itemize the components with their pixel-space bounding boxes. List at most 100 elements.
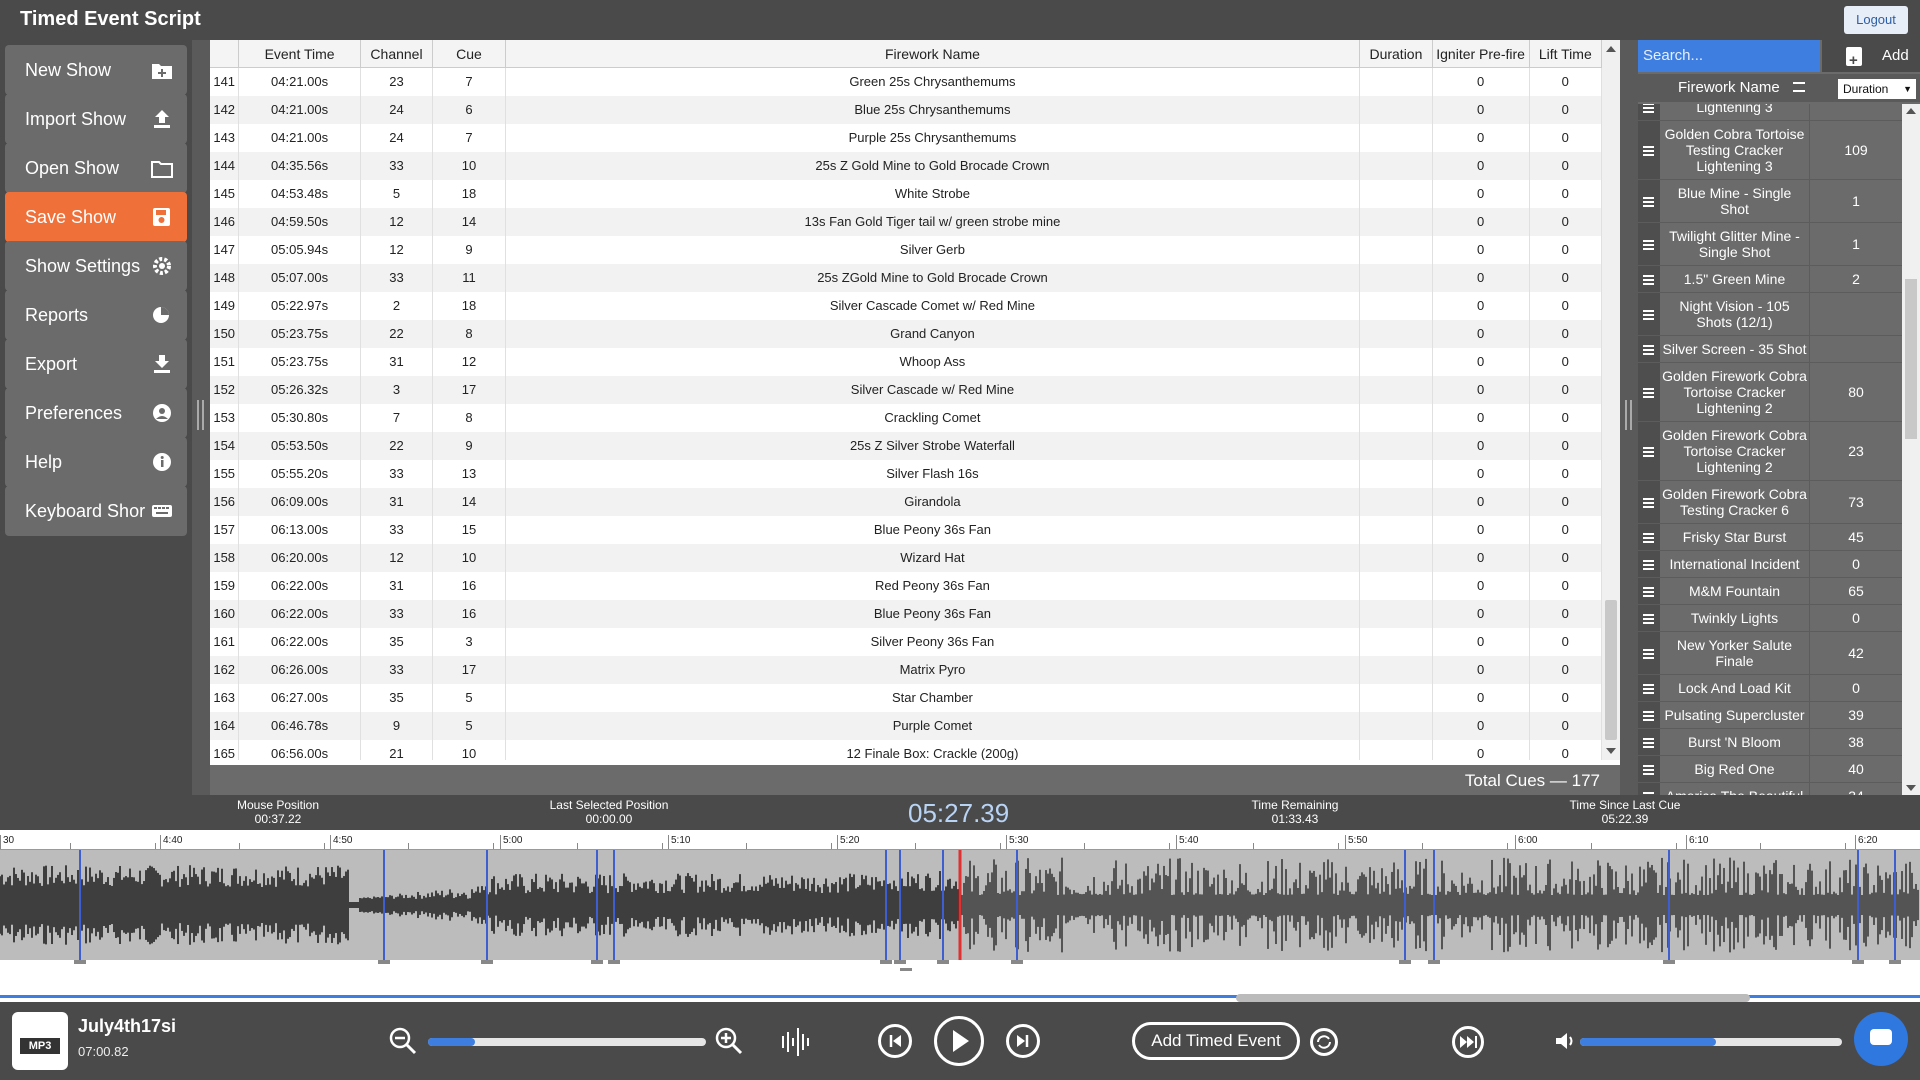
library-item[interactable]: Pulsating Supercluster 39 bbox=[1638, 702, 1902, 729]
scroll-down-icon[interactable] bbox=[1606, 748, 1616, 754]
library-item[interactable]: Twilight Glitter Mine - Single Shot 1 bbox=[1638, 223, 1902, 266]
sidebar-splitter[interactable] bbox=[192, 40, 210, 795]
library-item[interactable]: Golden Cobra Tortoise Testing Cracker Li… bbox=[1638, 121, 1902, 180]
table-row[interactable]: 159 06:22.00s 31 16 Red Peony 36s Fan 0 0 bbox=[210, 572, 1602, 600]
drag-handle-icon[interactable] bbox=[1638, 632, 1660, 674]
cue-handle[interactable] bbox=[1663, 960, 1675, 964]
zoom-slider[interactable] bbox=[428, 1038, 706, 1046]
drag-handle-icon[interactable] bbox=[1638, 266, 1660, 292]
volume-slider[interactable] bbox=[1580, 1038, 1842, 1046]
timeline-scrollbar[interactable] bbox=[0, 994, 1920, 1002]
col-event-time[interactable]: Event Time bbox=[239, 40, 361, 67]
table-row[interactable]: 142 04:21.00s 24 6 Blue 25s Chrysanthemums 0 0 bbox=[210, 96, 1602, 124]
drag-handle-icon[interactable] bbox=[1638, 783, 1660, 795]
drag-handle-icon[interactable] bbox=[1638, 702, 1660, 728]
scroll-down-icon[interactable] bbox=[1906, 785, 1916, 791]
drag-handle-icon[interactable] bbox=[1638, 363, 1660, 421]
scroll-thumb[interactable] bbox=[1905, 279, 1917, 439]
table-row[interactable]: 161 06:22.00s 35 3 Silver Peony 36s Fan 0 0 bbox=[210, 628, 1602, 656]
table-row[interactable]: 143 04:21.00s 24 7 Purple 25s Chrysanthemums… bbox=[210, 124, 1602, 152]
play-button[interactable] bbox=[934, 1016, 984, 1066]
sidebar-preferences-button[interactable]: Preferences bbox=[5, 388, 187, 438]
library-item[interactable]: Golden Firework Cobra Tortoise Cracker L… bbox=[1638, 422, 1902, 481]
cue-handle[interactable] bbox=[481, 960, 493, 964]
cue-handle[interactable] bbox=[894, 960, 906, 964]
sidebar-export-button[interactable]: Export bbox=[5, 339, 187, 389]
library-item[interactable]: Big Red One 40 bbox=[1638, 756, 1902, 783]
sidebar-new-show-button[interactable]: New Show bbox=[5, 45, 187, 95]
library-item[interactable]: 1.5" Green Mine 2 bbox=[1638, 266, 1902, 293]
cue-handle[interactable] bbox=[1399, 960, 1411, 964]
sidebar-import-show-button[interactable]: Import Show bbox=[5, 94, 187, 144]
drag-handle-icon[interactable] bbox=[1638, 293, 1660, 335]
col-duration[interactable]: Duration bbox=[1360, 40, 1433, 67]
sidebar-help-button[interactable]: Help bbox=[5, 437, 187, 487]
table-row[interactable]: 148 05:07.00s 33 11 25s ZGold Mine to Gold B… bbox=[210, 264, 1602, 292]
cue-handle[interactable] bbox=[1889, 960, 1901, 964]
next-button[interactable] bbox=[1006, 1024, 1040, 1058]
drag-handle-icon[interactable] bbox=[1638, 524, 1660, 550]
scroll-up-icon[interactable] bbox=[1606, 46, 1616, 52]
table-row[interactable]: 164 06:46.78s 9 5 Purple Comet 0 0 bbox=[210, 712, 1602, 740]
library-item[interactable]: Twinkly Lights 0 bbox=[1638, 605, 1902, 632]
sync-button[interactable] bbox=[1310, 1028, 1338, 1056]
library-col-name[interactable]: Firework Name bbox=[1678, 79, 1780, 96]
cue-handle[interactable] bbox=[937, 960, 949, 964]
library-item[interactable]: International Incident 0 bbox=[1638, 551, 1902, 578]
drag-handle-icon[interactable] bbox=[1638, 578, 1660, 604]
drag-handle-icon[interactable] bbox=[1638, 605, 1660, 631]
drag-handle-icon[interactable] bbox=[1638, 481, 1660, 523]
drag-handle-icon[interactable] bbox=[1638, 180, 1660, 222]
timeline-ruler[interactable]: 30 4:40 4:50 5:00 5:10 5:20 5:30 5:40 5:50 6:00 6:… bbox=[0, 830, 1920, 850]
library-search-input[interactable]: Search... bbox=[1638, 40, 1820, 72]
library-item[interactable]: Lightening 3 bbox=[1638, 104, 1902, 121]
table-row[interactable]: 145 04:53.48s 5 18 White Strobe 0 0 bbox=[210, 180, 1602, 208]
sidebar-reports-button[interactable]: Reports bbox=[5, 290, 187, 340]
table-row[interactable]: 150 05:23.75s 22 8 Grand Canyon 0 0 bbox=[210, 320, 1602, 348]
drag-handle-icon[interactable] bbox=[1638, 422, 1660, 480]
cue-handle[interactable] bbox=[74, 960, 86, 964]
drag-handle-icon[interactable] bbox=[1638, 336, 1660, 362]
library-item[interactable]: Night Vision - 105 Shots (12/1) bbox=[1638, 293, 1902, 336]
col-cue[interactable]: Cue bbox=[433, 40, 506, 67]
drag-handle-icon[interactable] bbox=[1638, 729, 1660, 755]
drag-handle-icon[interactable] bbox=[1638, 756, 1660, 782]
table-row[interactable]: 151 05:23.75s 31 12 Whoop Ass 0 0 bbox=[210, 348, 1602, 376]
cue-handle[interactable] bbox=[608, 960, 620, 964]
library-item[interactable]: Lock And Load Kit 0 bbox=[1638, 675, 1902, 702]
library-item[interactable]: America The Beautiful34 bbox=[1638, 783, 1902, 795]
library-item[interactable]: Golden Firework Cobra Testing Cracker 6 7… bbox=[1638, 481, 1902, 524]
library-item[interactable]: New Yorker Salute Finale 42 bbox=[1638, 632, 1902, 675]
logout-button[interactable]: Logout bbox=[1844, 6, 1908, 34]
library-item[interactable]: Silver Screen - 35 Shot bbox=[1638, 336, 1902, 363]
drag-handle-icon[interactable] bbox=[1638, 223, 1660, 265]
sort-icon[interactable] bbox=[1793, 82, 1805, 92]
fast-forward-button[interactable] bbox=[1452, 1026, 1484, 1058]
table-row[interactable]: 154 05:53.50s 22 9 25s Z Silver Strobe Water… bbox=[210, 432, 1602, 460]
timeline-scroll-thumb[interactable] bbox=[1236, 994, 1750, 1002]
col-igniter-prefire[interactable]: Igniter Pre-fire bbox=[1433, 40, 1530, 67]
drag-handle-icon[interactable] bbox=[1638, 104, 1660, 120]
library-item[interactable]: Frisky Star Burst 45 bbox=[1638, 524, 1902, 551]
zoom-in-icon[interactable] bbox=[714, 1026, 744, 1056]
table-scrollbar[interactable] bbox=[1602, 40, 1620, 760]
sidebar-open-show-button[interactable]: Open Show bbox=[5, 143, 187, 193]
table-row[interactable]: 157 06:13.00s 33 15 Blue Peony 36s Fan 0 0 bbox=[210, 516, 1602, 544]
col-firework-name[interactable]: Firework Name bbox=[506, 40, 1361, 67]
previous-button[interactable] bbox=[878, 1024, 912, 1058]
chat-icon[interactable] bbox=[1854, 1012, 1908, 1066]
table-row[interactable]: 158 06:20.00s 12 10 Wizard Hat 0 0 bbox=[210, 544, 1602, 572]
library-item[interactable]: Blue Mine - Single Shot 1 bbox=[1638, 180, 1902, 223]
table-row[interactable]: 141 04:21.00s 23 7 Green 25s Chrysanthemums 0… bbox=[210, 68, 1602, 96]
library-scrollbar[interactable] bbox=[1902, 104, 1920, 795]
library-splitter[interactable] bbox=[1620, 40, 1638, 795]
cue-handle[interactable] bbox=[591, 960, 603, 964]
table-row[interactable]: 165 06:56.00s 21 10 12 Finale Box: Crackle (… bbox=[210, 740, 1602, 760]
zoom-out-icon[interactable] bbox=[388, 1026, 418, 1056]
sidebar-save-show-button[interactable]: Save Show bbox=[5, 192, 187, 242]
table-row[interactable]: 163 06:27.00s 35 5 Star Chamber 0 0 bbox=[210, 684, 1602, 712]
waveform-tool-icon[interactable] bbox=[780, 1026, 812, 1058]
add-timed-event-button[interactable]: Add Timed Event bbox=[1132, 1022, 1300, 1060]
drag-handle-icon[interactable] bbox=[1638, 675, 1660, 701]
cue-handle[interactable] bbox=[1428, 960, 1440, 964]
